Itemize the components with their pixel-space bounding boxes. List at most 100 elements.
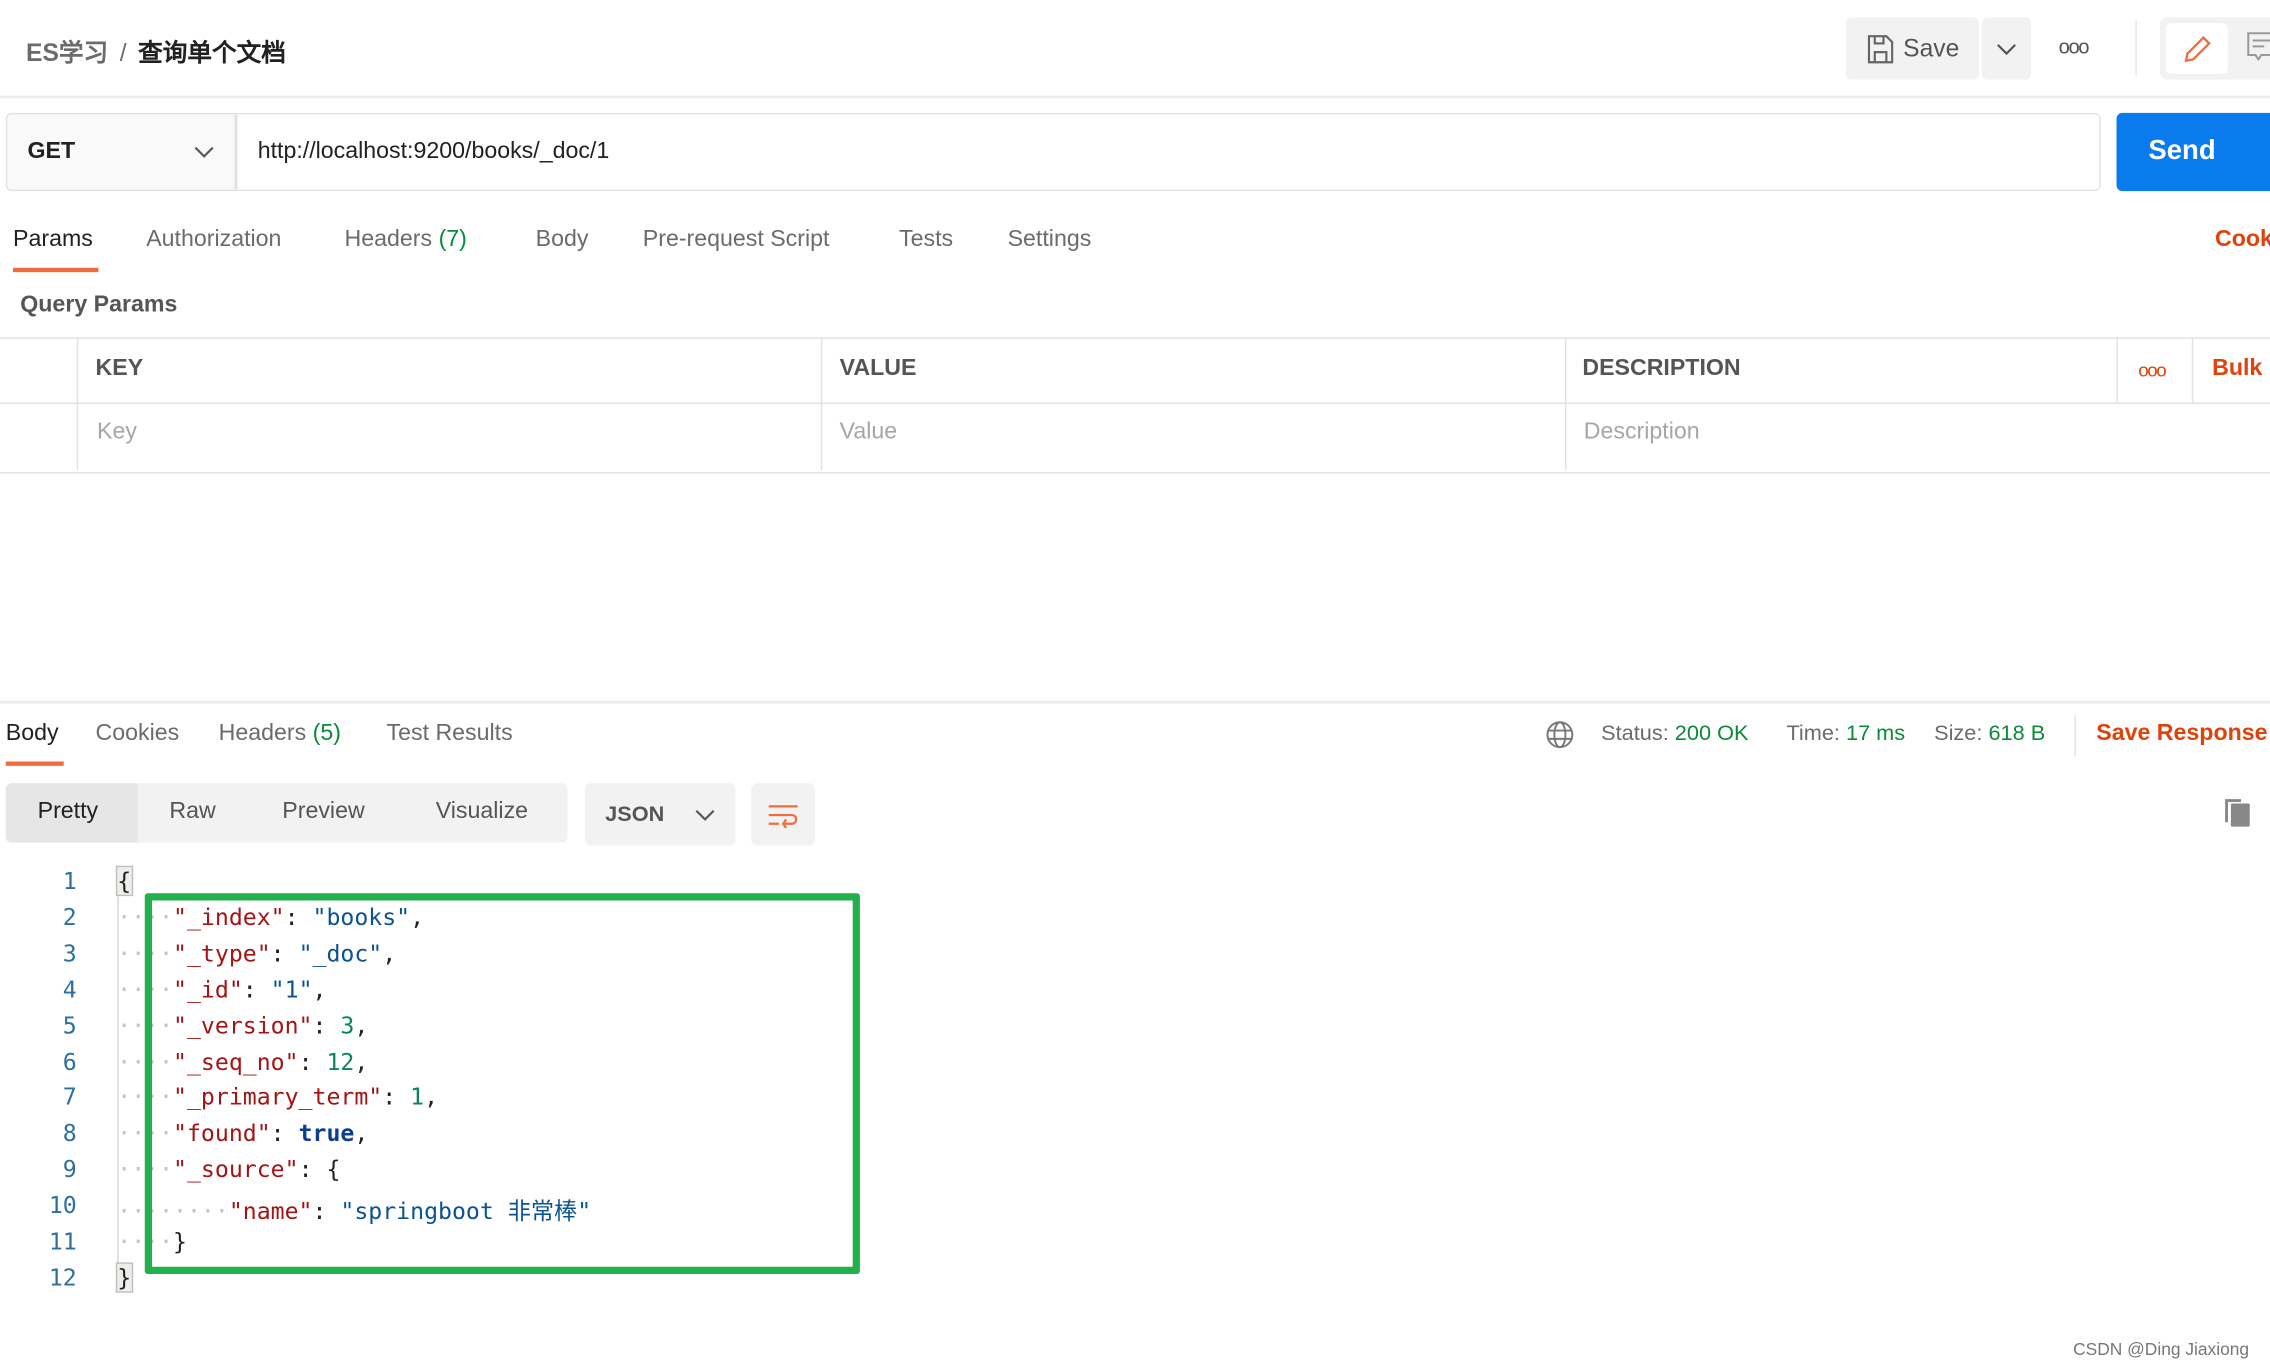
format-select[interactable]: JSON (584, 783, 736, 846)
tab-label: Pre-request Script (642, 227, 830, 252)
line-number: 7 (62, 1083, 77, 1111)
code-line: } (115, 1262, 133, 1293)
comment-icon (2247, 32, 2270, 62)
tab-count: (5) (312, 720, 341, 746)
divider (76, 337, 79, 471)
pencil-icon (2183, 35, 2211, 62)
watermark: CSDN @Ding Jiaxiong (2073, 1339, 2250, 1360)
view-raw[interactable]: Raw (169, 799, 215, 825)
line-number: 10 (48, 1191, 77, 1220)
line-number: 5 (62, 1011, 77, 1039)
line-number: 6 (62, 1047, 77, 1075)
line-number: 4 (62, 975, 77, 1003)
tab-label: Authorization (146, 227, 282, 252)
tab-label: Headers (344, 227, 433, 252)
time-value: 17 ms (1845, 720, 1906, 746)
tab-headers[interactable]: Headers (7) (345, 227, 467, 253)
copy-icon (2225, 799, 2250, 827)
response-tab-headers[interactable]: Headers (5) (219, 721, 341, 747)
divider (2191, 337, 2194, 404)
save-response-button[interactable]: Save Response (2096, 721, 2267, 747)
bulk-edit-link[interactable]: Bulk (2212, 356, 2262, 382)
copy-button[interactable] (2222, 796, 2251, 835)
line-number: 3 (62, 939, 77, 967)
breadcrumb-parent[interactable]: ES学习 (26, 39, 108, 67)
save-button[interactable]: Save (1845, 17, 1980, 80)
tab-tests[interactable]: Tests (899, 227, 953, 253)
column-options-button[interactable]: ooo (2138, 359, 2167, 381)
tab-label: Tests (899, 227, 954, 252)
status-value: 200 OK (1674, 720, 1749, 746)
divider (1564, 337, 1567, 471)
breadcrumb: ES学习 / 查询单个文档 (26, 32, 286, 68)
divider (2135, 20, 2137, 76)
tab-label: Cookies (95, 720, 180, 746)
globe-icon (1546, 721, 1574, 749)
breadcrumb-current[interactable]: 查询单个文档 (138, 39, 286, 67)
line-number: 9 (62, 1155, 77, 1184)
chevron-down-icon (695, 809, 715, 821)
line-number: 8 (62, 1119, 77, 1148)
response-tab-test-results[interactable]: Test Results (387, 721, 513, 747)
edit-mode-button[interactable] (2165, 23, 2229, 74)
highlight-box (144, 893, 860, 1274)
response-size: Size: 618 B (1934, 720, 2046, 746)
query-params-title: Query Params (20, 292, 178, 318)
tab-label: Settings (1007, 227, 1092, 252)
send-button[interactable]: Send (2116, 112, 2270, 192)
breadcrumb-separator: / (119, 39, 127, 67)
format-value: JSON (605, 802, 665, 827)
divider (0, 402, 2270, 404)
code-line: { (115, 865, 133, 897)
divider (0, 95, 2270, 99)
column-header-key: KEY (95, 356, 144, 381)
response-tab-cookies[interactable]: Cookies (96, 721, 180, 747)
tab-label: Params (13, 227, 93, 252)
column-header-value: VALUE (839, 356, 917, 381)
size-value: 618 B (1988, 720, 2046, 746)
cookies-link[interactable]: Cook (2215, 227, 2270, 253)
chevron-down-icon (1997, 43, 2016, 55)
query-params-table (0, 337, 2270, 474)
view-preview[interactable]: Preview (282, 799, 364, 825)
view-pretty[interactable]: Pretty (38, 799, 99, 825)
tab-label: Body (5, 720, 59, 746)
tab-label: Body (535, 227, 589, 252)
save-icon (1867, 34, 1893, 63)
response-time: Time: 17 ms (1786, 720, 1906, 746)
active-tab-underline (13, 267, 99, 273)
code-token: } (115, 1262, 133, 1293)
tab-count: (7) (438, 227, 467, 252)
method-select[interactable]: GET (5, 112, 236, 192)
divider (820, 337, 823, 471)
line-number: 12 (48, 1263, 77, 1292)
value-input[interactable]: Value (840, 420, 898, 446)
response-tab-body[interactable]: Body (6, 721, 59, 747)
tab-settings[interactable]: Settings (1008, 227, 1092, 253)
column-header-description: DESCRIPTION (1582, 356, 1741, 381)
tab-params[interactable]: Params (13, 227, 93, 253)
line-number: 2 (62, 903, 77, 931)
chevron-down-icon (194, 146, 214, 158)
pane-divider[interactable] (0, 700, 2270, 704)
tab-body[interactable]: Body (536, 227, 589, 253)
wrap-icon (768, 804, 798, 828)
network-info-button[interactable] (1545, 720, 1575, 758)
save-label: Save (1903, 34, 1960, 62)
view-visualize[interactable]: Visualize (436, 799, 528, 825)
tab-label: Test Results (386, 720, 513, 746)
key-input[interactable]: Key (97, 420, 137, 446)
response-status: Status: 200 OK (1601, 720, 1749, 746)
method-value: GET (27, 138, 76, 164)
active-tab-underline (5, 761, 64, 766)
wrap-lines-button[interactable] (751, 783, 816, 846)
tab-authorization[interactable]: Authorization (146, 227, 281, 253)
url-input[interactable]: http://localhost:9200/books/_doc/1 (235, 112, 2101, 192)
tab-label: Headers (218, 720, 307, 746)
tab-pre-request-script[interactable]: Pre-request Script (643, 227, 830, 253)
save-dropdown-button[interactable] (1981, 17, 2032, 80)
comments-button[interactable] (2247, 32, 2270, 71)
more-options-button[interactable]: ooo (2059, 35, 2090, 58)
divider (2074, 715, 2077, 756)
description-input[interactable]: Description (1584, 420, 1700, 446)
